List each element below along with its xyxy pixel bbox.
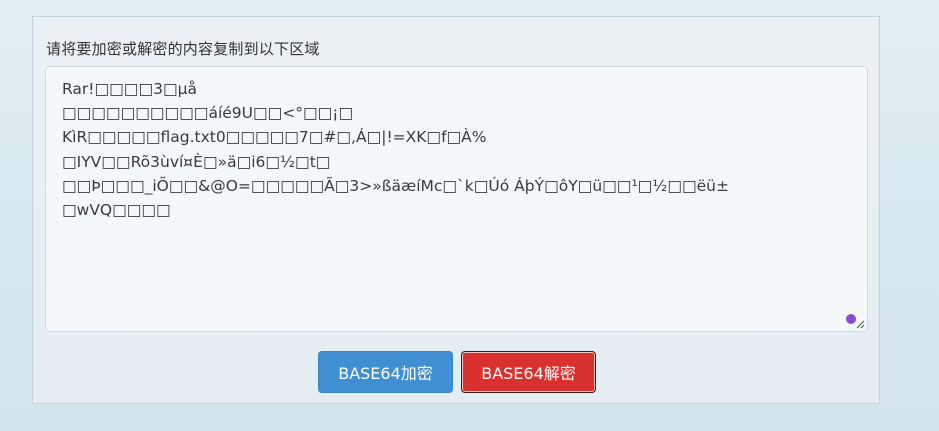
- grammar-check-dot-icon[interactable]: [846, 314, 856, 324]
- instruction-label: 请将要加密或解密的内容复制到以下区域: [46, 40, 320, 58]
- resize-handle-icon[interactable]: [856, 320, 865, 329]
- textarea-content[interactable]: Rar!□□□□3□µå □□□□□□□□□□áíé9U□□<°□□¡□ KìR□□…: [46, 67, 867, 307]
- textarea-line: □□Þ□□□_iÕ□□&@O=□□□□□Ã□3>»ßäæíMc□`k□Úó Áþ…: [62, 176, 729, 195]
- textarea-line: KìR□□□□□flag.txt0□□□□□7□#□,Á□|!=XK□f□À%: [62, 128, 487, 147]
- textarea-line: □□□□□□□□□□áíé9U□□<°□□¡□: [62, 104, 354, 123]
- base64-decode-button[interactable]: BASE64解密: [461, 351, 596, 393]
- textarea-line: □wVQ□□□□: [62, 201, 171, 220]
- textarea-line: Rar!□□□□3□µå: [62, 80, 197, 98]
- base64-encode-button[interactable]: BASE64加密: [318, 351, 453, 393]
- base64-panel: 请将要加密或解密的内容复制到以下区域 Rar!□□□□3□µå □□□□□□□□□…: [32, 16, 880, 404]
- textarea-line: □IYV□□Rõ3ùví¤È□»ä□i6□½□t□: [62, 152, 331, 171]
- content-textarea[interactable]: Rar!□□□□3□µå □□□□□□□□□□áíé9U□□<°□□¡□ KìR□□…: [45, 66, 868, 332]
